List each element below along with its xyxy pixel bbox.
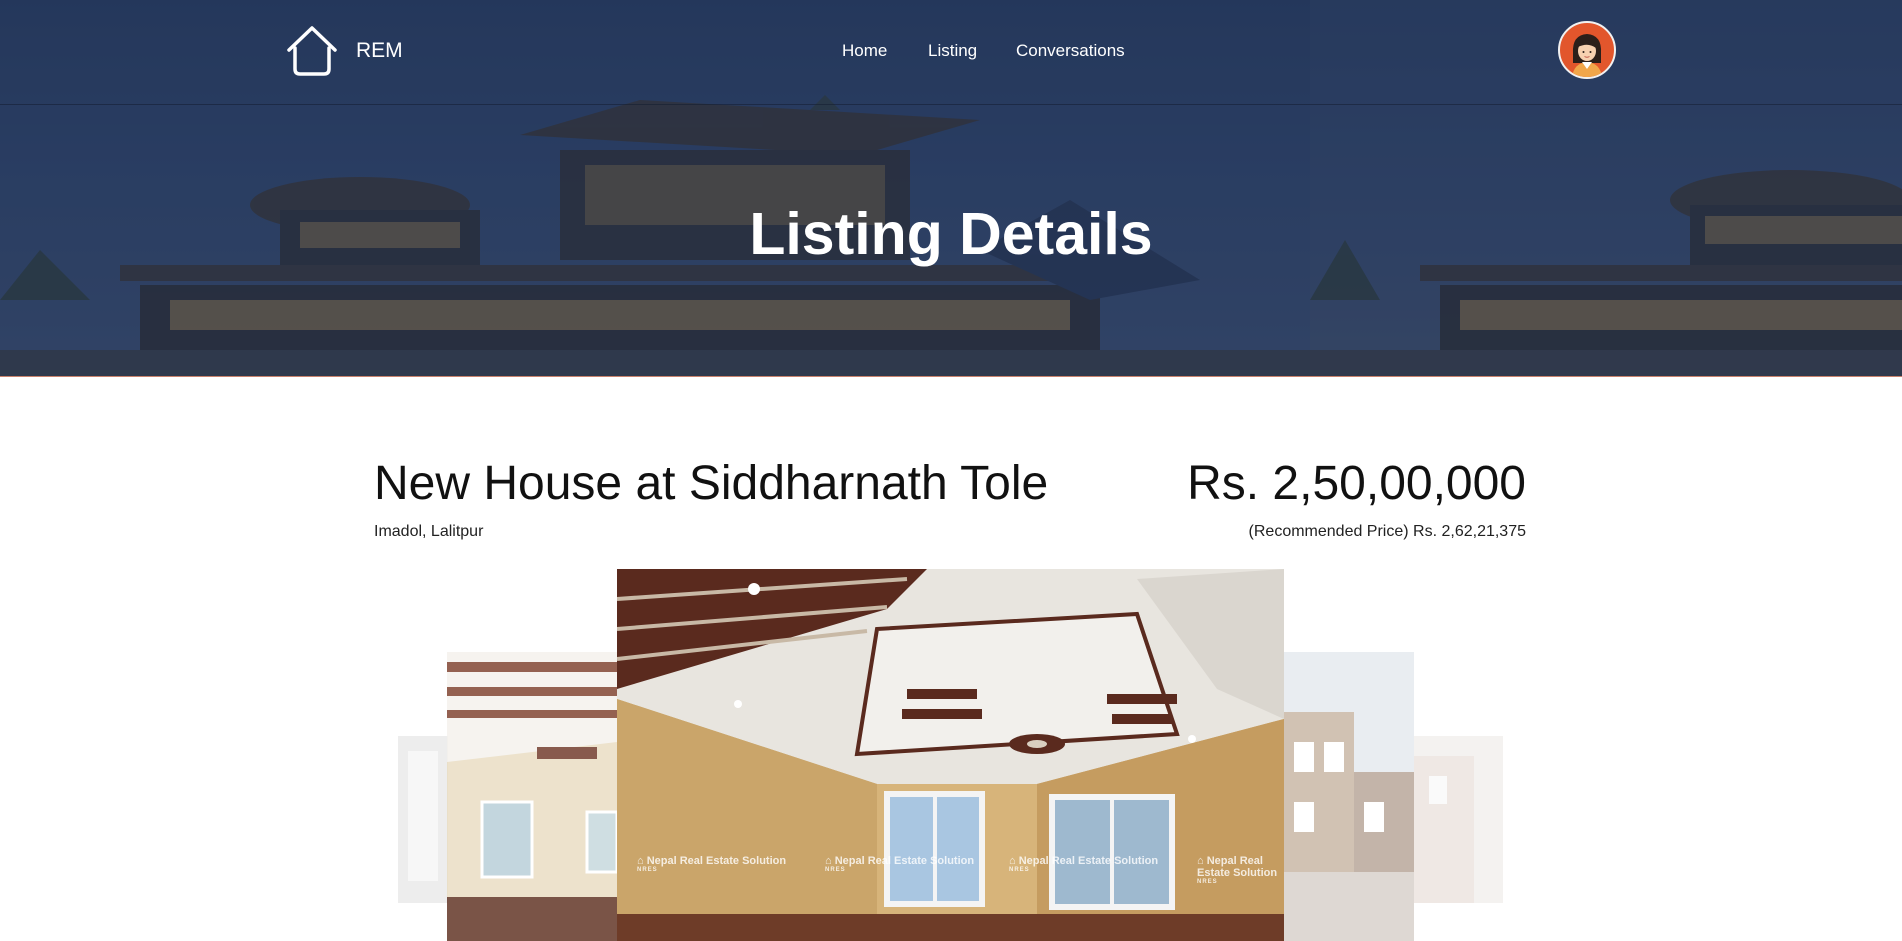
nres-logo-icon: ⌂ [825, 855, 835, 867]
watermark-2: ⌂ Nepal Real Estate Solution NRES [825, 855, 974, 873]
brand-name[interactable]: REM [356, 39, 403, 63]
hero-banner: REM Home Listing Conversations Listing D… [0, 0, 1902, 377]
carousel-slide-right[interactable] [1284, 652, 1414, 941]
nav-listing-link[interactable]: Listing [928, 41, 977, 61]
recommended-price: (Recommended Price) Rs. 2,62,21,375 [1248, 523, 1526, 540]
header-divider [0, 104, 1902, 105]
carousel-slide-left[interactable] [447, 652, 617, 941]
listing-title: New House at Siddharnath Tole [374, 457, 1049, 510]
listing-price: Rs. 2,50,00,000 [1187, 457, 1526, 510]
watermark-1: ⌂ Nepal Real Estate Solution NRES [637, 855, 786, 873]
watermark-short: NRES [637, 867, 658, 873]
nav-conversations-link[interactable]: Conversations [1016, 41, 1125, 61]
slide-image [447, 652, 617, 941]
watermark-text: Nepal Real Estate Solution [646, 855, 787, 867]
slide-image [1284, 652, 1414, 941]
watermark-short: NRES [1197, 879, 1218, 885]
watermark-text: Nepal Real Estate Solution [1197, 855, 1278, 879]
slide-image [398, 736, 448, 903]
watermark-short: NRES [1009, 867, 1030, 873]
watermark-short: NRES [825, 867, 846, 873]
slide-main-image [617, 569, 1284, 941]
house-logo-icon[interactable] [285, 24, 339, 78]
watermark-text: Nepal Real Estate Solution [1018, 855, 1159, 867]
carousel-slide-far-right[interactable] [1414, 736, 1503, 903]
user-avatar[interactable] [1558, 21, 1616, 79]
slide-image [1414, 736, 1503, 903]
carousel-slide-far-left[interactable] [398, 736, 448, 903]
listing-location: Imadol, Lalitpur [374, 523, 484, 540]
watermark-3: ⌂ Nepal Real Estate Solution NRES [1009, 855, 1158, 873]
nres-logo-icon: ⌂ [637, 855, 647, 867]
nres-logo-icon: ⌂ [1197, 855, 1207, 867]
page-title: Listing Details [749, 201, 1153, 267]
carousel-slide-main[interactable]: ⌂ Nepal Real Estate Solution NRES ⌂ Nepal… [617, 569, 1284, 941]
nav-home-link[interactable]: Home [842, 41, 887, 61]
watermark-4: ⌂ Nepal Real Estate Solution NRES [1197, 855, 1284, 885]
nres-logo-icon: ⌂ [1009, 855, 1019, 867]
avatar-icon [1572, 34, 1602, 77]
watermark-text: Nepal Real Estate Solution [834, 855, 975, 867]
